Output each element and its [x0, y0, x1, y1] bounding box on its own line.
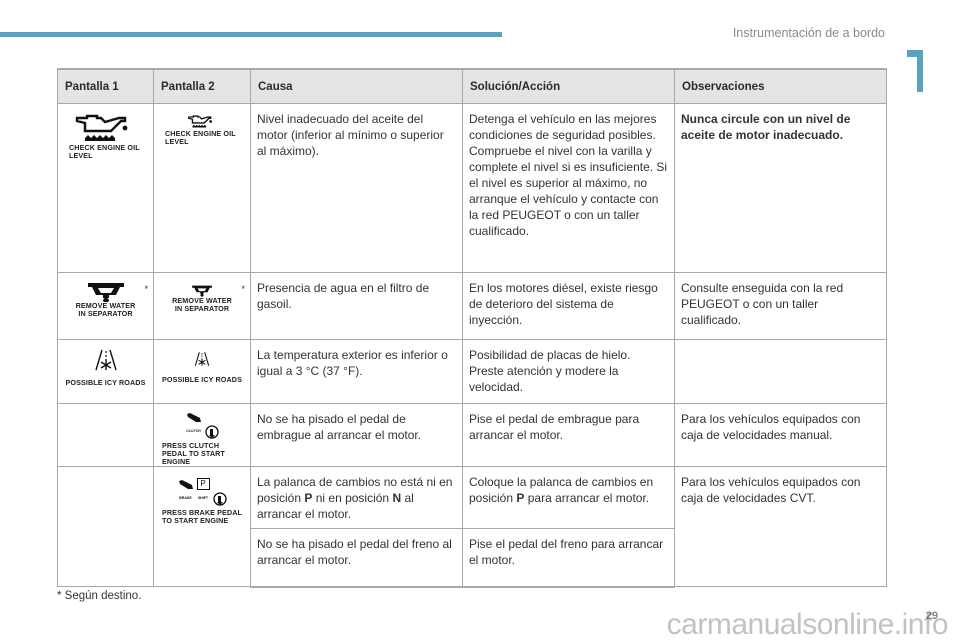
display1-cell: POSSIBLE ICY ROADS [57, 339, 154, 404]
column-header-notes: Observaciones [674, 68, 887, 104]
brake-sublabel: BRAKE [179, 496, 192, 500]
water-separator-icon [192, 285, 212, 297]
display2-cell: BRAKE P SHIFT PRESS BRAKE PEDAL TO START… [153, 466, 251, 587]
icy-road-icon [194, 352, 210, 366]
notes-cell: Nunca circule con un nivel de aceite de … [674, 103, 887, 273]
oil-can-level-icon [75, 114, 127, 141]
cause-cell: No se ha pisado el pedal de embrague al … [250, 403, 463, 467]
gear-n: N [392, 491, 402, 505]
park-position-icon: P [196, 478, 210, 490]
column-header-display2: Pantalla 2 [153, 68, 251, 104]
display1-cell: * REMOVE WATER IN SEPARATOR [57, 272, 154, 340]
table-row: BRAKE P SHIFT PRESS BRAKE PEDAL TO START… [57, 466, 887, 587]
table-header-row: Pantalla 1 Pantalla 2 Causa Solución/Acc… [57, 68, 887, 104]
chapter-number-glyph [907, 50, 923, 92]
notes-cell: Consulte enseguida con la red PEUGEOT o … [674, 272, 887, 340]
column-header-display1: Pantalla 1 [57, 68, 154, 104]
display1-cell-empty [57, 403, 154, 467]
display2-cell: CLUTCH PRESS CLUTCH PEDAL TO START ENGIN… [153, 403, 251, 467]
action-cell: Pise el pedal del freno para arrancar el… [462, 528, 675, 588]
watermark: carmanualsonline.info [666, 608, 949, 641]
table-row: POSSIBLE ICY ROADS POSSIBLE ICY ROADS La… [57, 339, 887, 404]
display-label: CHECK ENGINE OIL LEVEL [165, 129, 236, 146]
notes-cell: Para los vehículos equipados con caja de… [674, 403, 887, 467]
display-label: REMOVE WATER IN SEPARATOR [75, 301, 136, 318]
warning-messages-table: Pantalla 1 Pantalla 2 Causa Solución/Acc… [57, 68, 887, 588]
table-row: * REMOVE WATER IN SEPARATOR * REMOVE WAT… [57, 272, 887, 340]
column-header-action: Solución/Acción [462, 68, 675, 104]
display-label: PRESS BRAKE PEDAL TO START ENGINE [162, 508, 242, 525]
oil-can-level-icon [188, 115, 212, 128]
display-label: REMOVE WATER IN SEPARATOR [172, 296, 232, 313]
text-part: ni en posición [312, 491, 393, 505]
display2-cell: * REMOVE WATER IN SEPARATOR [153, 272, 251, 340]
cause-cell: La palanca de cambios no está ni en posi… [250, 466, 463, 529]
display1-cell: CHECK ENGINE OIL LEVEL [57, 103, 154, 273]
chapter-number-tab [907, 50, 927, 92]
table-row: CLUTCH PRESS CLUTCH PEDAL TO START ENGIN… [57, 403, 887, 467]
display1-cell-empty [57, 466, 154, 587]
notes-cell: Para los vehículos equipados con caja de… [674, 466, 887, 587]
text-part: para arrancar el motor. [524, 491, 650, 505]
cause-cell: Presencia de agua en el filtro de gasoil… [250, 272, 463, 340]
foot-pedal-icon [186, 413, 201, 422]
clutch-icon-group: CLUTCH [186, 413, 219, 439]
display2-cell: POSSIBLE ICY ROADS [153, 339, 251, 404]
foot-pedal-icon [178, 480, 193, 489]
action-cell: Detenga el vehículo en las mejores condi… [462, 103, 675, 273]
header-accent-bar [0, 32, 502, 37]
cause-cell: La temperatura exterior es inferior o ig… [250, 339, 463, 404]
start-button-icon [204, 425, 219, 439]
action-cell: Posibilidad de placas de hielo. Preste a… [462, 339, 675, 404]
section-title: Instrumentación de a bordo [732, 26, 885, 40]
display2-cell: CHECK ENGINE OIL LEVEL [153, 103, 251, 273]
footnote: * Según destino. [57, 590, 142, 602]
display-label: PRESS CLUTCH PEDAL TO START ENGINE [162, 441, 225, 466]
icy-road-icon [94, 349, 117, 371]
table-row: CHECK ENGINE OIL LEVEL CHECK ENGINE OIL … [57, 103, 887, 273]
column-header-cause: Causa [250, 68, 463, 104]
cause-cell: No se ha pisado el pedal del freno al ar… [250, 528, 463, 588]
brake-shift-icon-group: BRAKE P SHIFT [178, 478, 227, 506]
footnote-asterisk: * [144, 284, 148, 294]
shift-sublabel: SHIFT [197, 496, 209, 500]
footnote-asterisk: * [241, 284, 245, 294]
action-cell: Pise el pedal de embrague para arrancar … [462, 403, 675, 467]
clutch-sublabel: CLUTCH [186, 429, 201, 433]
display-label: CHECK ENGINE OIL LEVEL [69, 143, 140, 160]
start-button-icon [212, 492, 227, 506]
water-separator-icon [87, 283, 124, 302]
display-label: POSSIBLE ICY ROADS [65, 378, 146, 387]
page-number: 29 [925, 610, 938, 622]
cause-cell: Nivel inadecuado del aceite del motor (i… [250, 103, 463, 273]
display-label: POSSIBLE ICY ROADS [162, 375, 242, 384]
notes-cell [674, 339, 887, 404]
action-cell: En los motores diésel, existe riesgo de … [462, 272, 675, 340]
action-cell: Coloque la palanca de cambios en posició… [462, 466, 675, 529]
